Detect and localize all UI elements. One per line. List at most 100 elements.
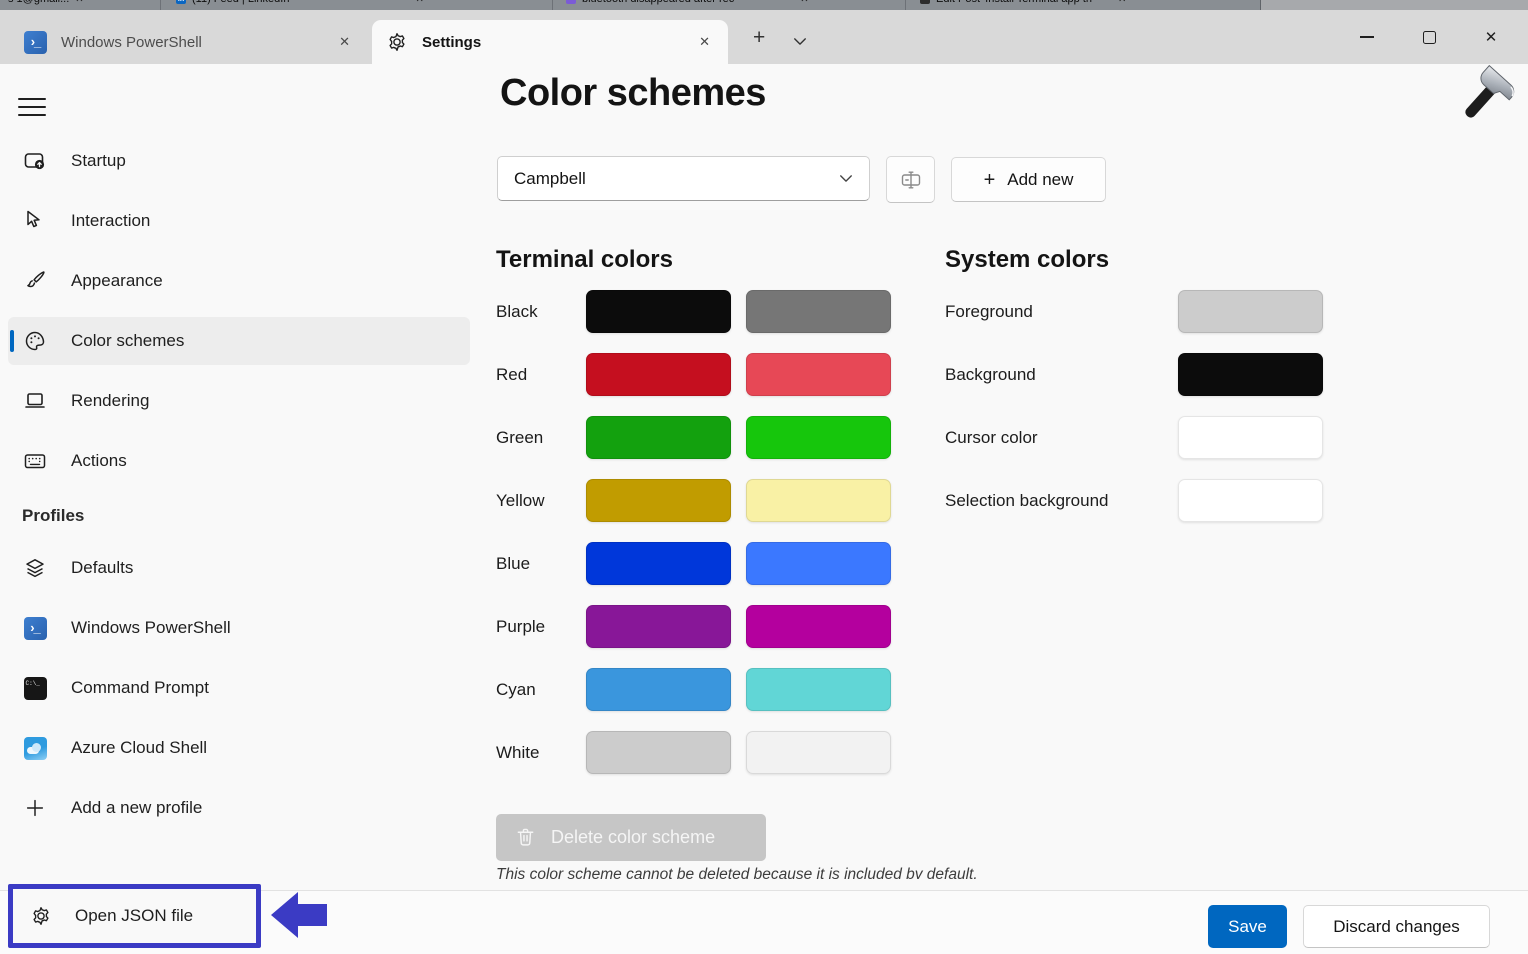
background-tab-label: bluetooth disappeared after rec xyxy=(582,0,734,5)
minimize-button[interactable] xyxy=(1336,15,1398,59)
system-colors-grid: Foreground Background Cursor color Selec… xyxy=(945,290,1323,522)
window-controls: ✕ xyxy=(1336,10,1522,64)
selection-indicator xyxy=(10,330,14,352)
sidebar-item-label: Appearance xyxy=(71,271,163,291)
sidebar-item-rendering[interactable]: Rendering xyxy=(8,377,470,425)
palette-icon xyxy=(22,328,48,354)
startup-icon xyxy=(22,148,48,174)
color-swatch-foreground[interactable] xyxy=(1178,290,1323,333)
color-swatch-background[interactable] xyxy=(1178,353,1323,396)
background-tab[interactable]: s 1@gmail... ✕ xyxy=(8,0,84,5)
color-swatch-selection-background[interactable] xyxy=(1178,479,1323,522)
rename-scheme-button[interactable] xyxy=(886,156,935,203)
keyboard-icon xyxy=(22,448,48,474)
color-label: Red xyxy=(496,365,571,385)
sidebar-item-interaction[interactable]: Interaction xyxy=(8,197,470,245)
close-icon: ✕ xyxy=(1485,28,1498,46)
color-swatch-cyan[interactable] xyxy=(586,668,731,711)
sidebar-item-label: Interaction xyxy=(71,211,150,231)
color-swatch-green[interactable] xyxy=(586,416,731,459)
close-icon[interactable]: ✕ xyxy=(75,0,83,5)
scheme-select-value: Campbell xyxy=(514,169,839,189)
close-tab-icon[interactable]: ✕ xyxy=(693,32,716,52)
sidebar-item-label: Azure Cloud Shell xyxy=(71,738,207,758)
sidebar-item-actions[interactable]: Actions xyxy=(8,437,470,485)
sidebar-item-label: Rendering xyxy=(71,391,149,411)
sidebar-item-defaults[interactable]: Defaults xyxy=(8,544,470,592)
color-swatch-bright-purple[interactable] xyxy=(746,605,891,648)
browser-strip-right-edge xyxy=(1260,0,1528,10)
tab-dropdown-chevron-icon[interactable] xyxy=(793,37,807,46)
hamburger-menu-button[interactable] xyxy=(18,96,46,118)
sidebar-item-label: Command Prompt xyxy=(71,678,209,698)
delete-button-label: Delete color scheme xyxy=(551,827,715,848)
color-label: White xyxy=(496,743,571,763)
laptop-icon xyxy=(22,388,48,414)
profiles-section-header: Profiles xyxy=(22,506,470,526)
close-tab-icon[interactable]: ✕ xyxy=(333,32,356,52)
color-swatch-cursor[interactable] xyxy=(1178,416,1323,459)
save-button[interactable]: Save xyxy=(1208,905,1287,948)
close-icon[interactable]: ✕ xyxy=(1118,0,1126,5)
minimize-icon xyxy=(1360,36,1374,38)
terminal-colors-heading: Terminal colors xyxy=(496,246,673,274)
background-tab-label: Edit Post 'Install Terminal app th xyxy=(936,0,1092,5)
sidebar-item-windows-powershell[interactable]: ›_ Windows PowerShell xyxy=(8,604,470,652)
color-label: Purple xyxy=(496,617,571,637)
azure-cloud-shell-icon xyxy=(22,735,48,761)
color-swatch-bright-yellow[interactable] xyxy=(746,479,891,522)
delete-color-scheme-button[interactable]: Delete color scheme xyxy=(496,814,766,861)
terminal-tab-bar: ›_ Windows PowerShell ✕ Settings ✕ + ✕ xyxy=(0,10,1528,64)
powershell-icon: ›_ xyxy=(22,615,48,641)
close-icon[interactable]: ✕ xyxy=(800,0,808,5)
add-new-scheme-button[interactable]: + Add new xyxy=(951,157,1106,202)
color-swatch-bright-green[interactable] xyxy=(746,416,891,459)
new-tab-button[interactable]: + xyxy=(745,26,773,50)
background-tab[interactable]: bluetooth disappeared after rec ✕ xyxy=(566,0,809,5)
sidebar-item-label: Add a new profile xyxy=(71,798,202,818)
system-colors-heading: System colors xyxy=(945,246,1109,274)
close-icon[interactable]: ✕ xyxy=(415,0,423,5)
color-swatch-bright-red[interactable] xyxy=(746,353,891,396)
color-swatch-white[interactable] xyxy=(586,731,731,774)
sidebar-item-azure-cloud-shell[interactable]: Azure Cloud Shell xyxy=(8,724,470,772)
sidebar-item-command-prompt[interactable]: C:\_ Command Prompt xyxy=(8,664,470,712)
plus-icon xyxy=(22,795,48,821)
terminal-colors-grid: Black Red Green Yellow Blue Purple Cya xyxy=(496,290,891,774)
sidebar-item-label: Color schemes xyxy=(71,331,184,351)
tab-divider xyxy=(905,0,906,10)
color-swatch-blue[interactable] xyxy=(586,542,731,585)
color-swatch-black[interactable] xyxy=(586,290,731,333)
close-window-button[interactable]: ✕ xyxy=(1460,15,1522,59)
color-label: Blue xyxy=(496,554,571,574)
annotation-highlight-box[interactable]: Open JSON file xyxy=(8,884,261,948)
tab-settings[interactable]: Settings ✕ xyxy=(372,20,728,64)
settings-body: Startup Interaction Appearance Color sch… xyxy=(0,64,1528,954)
color-swatch-bright-black[interactable] xyxy=(746,290,891,333)
trash-icon xyxy=(514,826,537,849)
color-swatch-red[interactable] xyxy=(586,353,731,396)
sidebar-item-startup[interactable]: Startup xyxy=(8,137,470,185)
background-tab[interactable]: in (11) Feed | LinkedIn ✕ xyxy=(176,0,424,5)
add-new-label: Add new xyxy=(1007,170,1073,190)
color-swatch-bright-white[interactable] xyxy=(746,731,891,774)
tab-windows-powershell[interactable]: ›_ Windows PowerShell ✕ xyxy=(10,20,368,64)
sidebar-item-color-schemes[interactable]: Color schemes xyxy=(8,317,470,365)
color-label: Cyan xyxy=(496,680,571,700)
color-swatch-purple[interactable] xyxy=(586,605,731,648)
background-tab-label: (11) Feed | LinkedIn xyxy=(192,0,289,5)
discard-changes-button[interactable]: Discard changes xyxy=(1303,905,1490,948)
command-prompt-icon: C:\_ xyxy=(22,675,48,701)
color-swatch-bright-cyan[interactable] xyxy=(746,668,891,711)
linkedin-icon: in xyxy=(176,0,186,4)
color-swatch-bright-blue[interactable] xyxy=(746,542,891,585)
maximize-button[interactable] xyxy=(1398,15,1460,59)
background-tab[interactable]: Edit Post 'Install Terminal app th ✕ xyxy=(920,0,1126,5)
color-swatch-yellow[interactable] xyxy=(586,479,731,522)
sidebar-item-label: Startup xyxy=(71,151,126,171)
sidebar-item-appearance[interactable]: Appearance xyxy=(8,257,470,305)
powershell-icon: ›_ xyxy=(24,31,47,54)
sidebar-item-add-new-profile[interactable]: Add a new profile xyxy=(8,784,470,832)
scheme-select-dropdown[interactable]: Campbell xyxy=(497,156,870,201)
background-tab-label: s 1@gmail... xyxy=(8,0,69,5)
